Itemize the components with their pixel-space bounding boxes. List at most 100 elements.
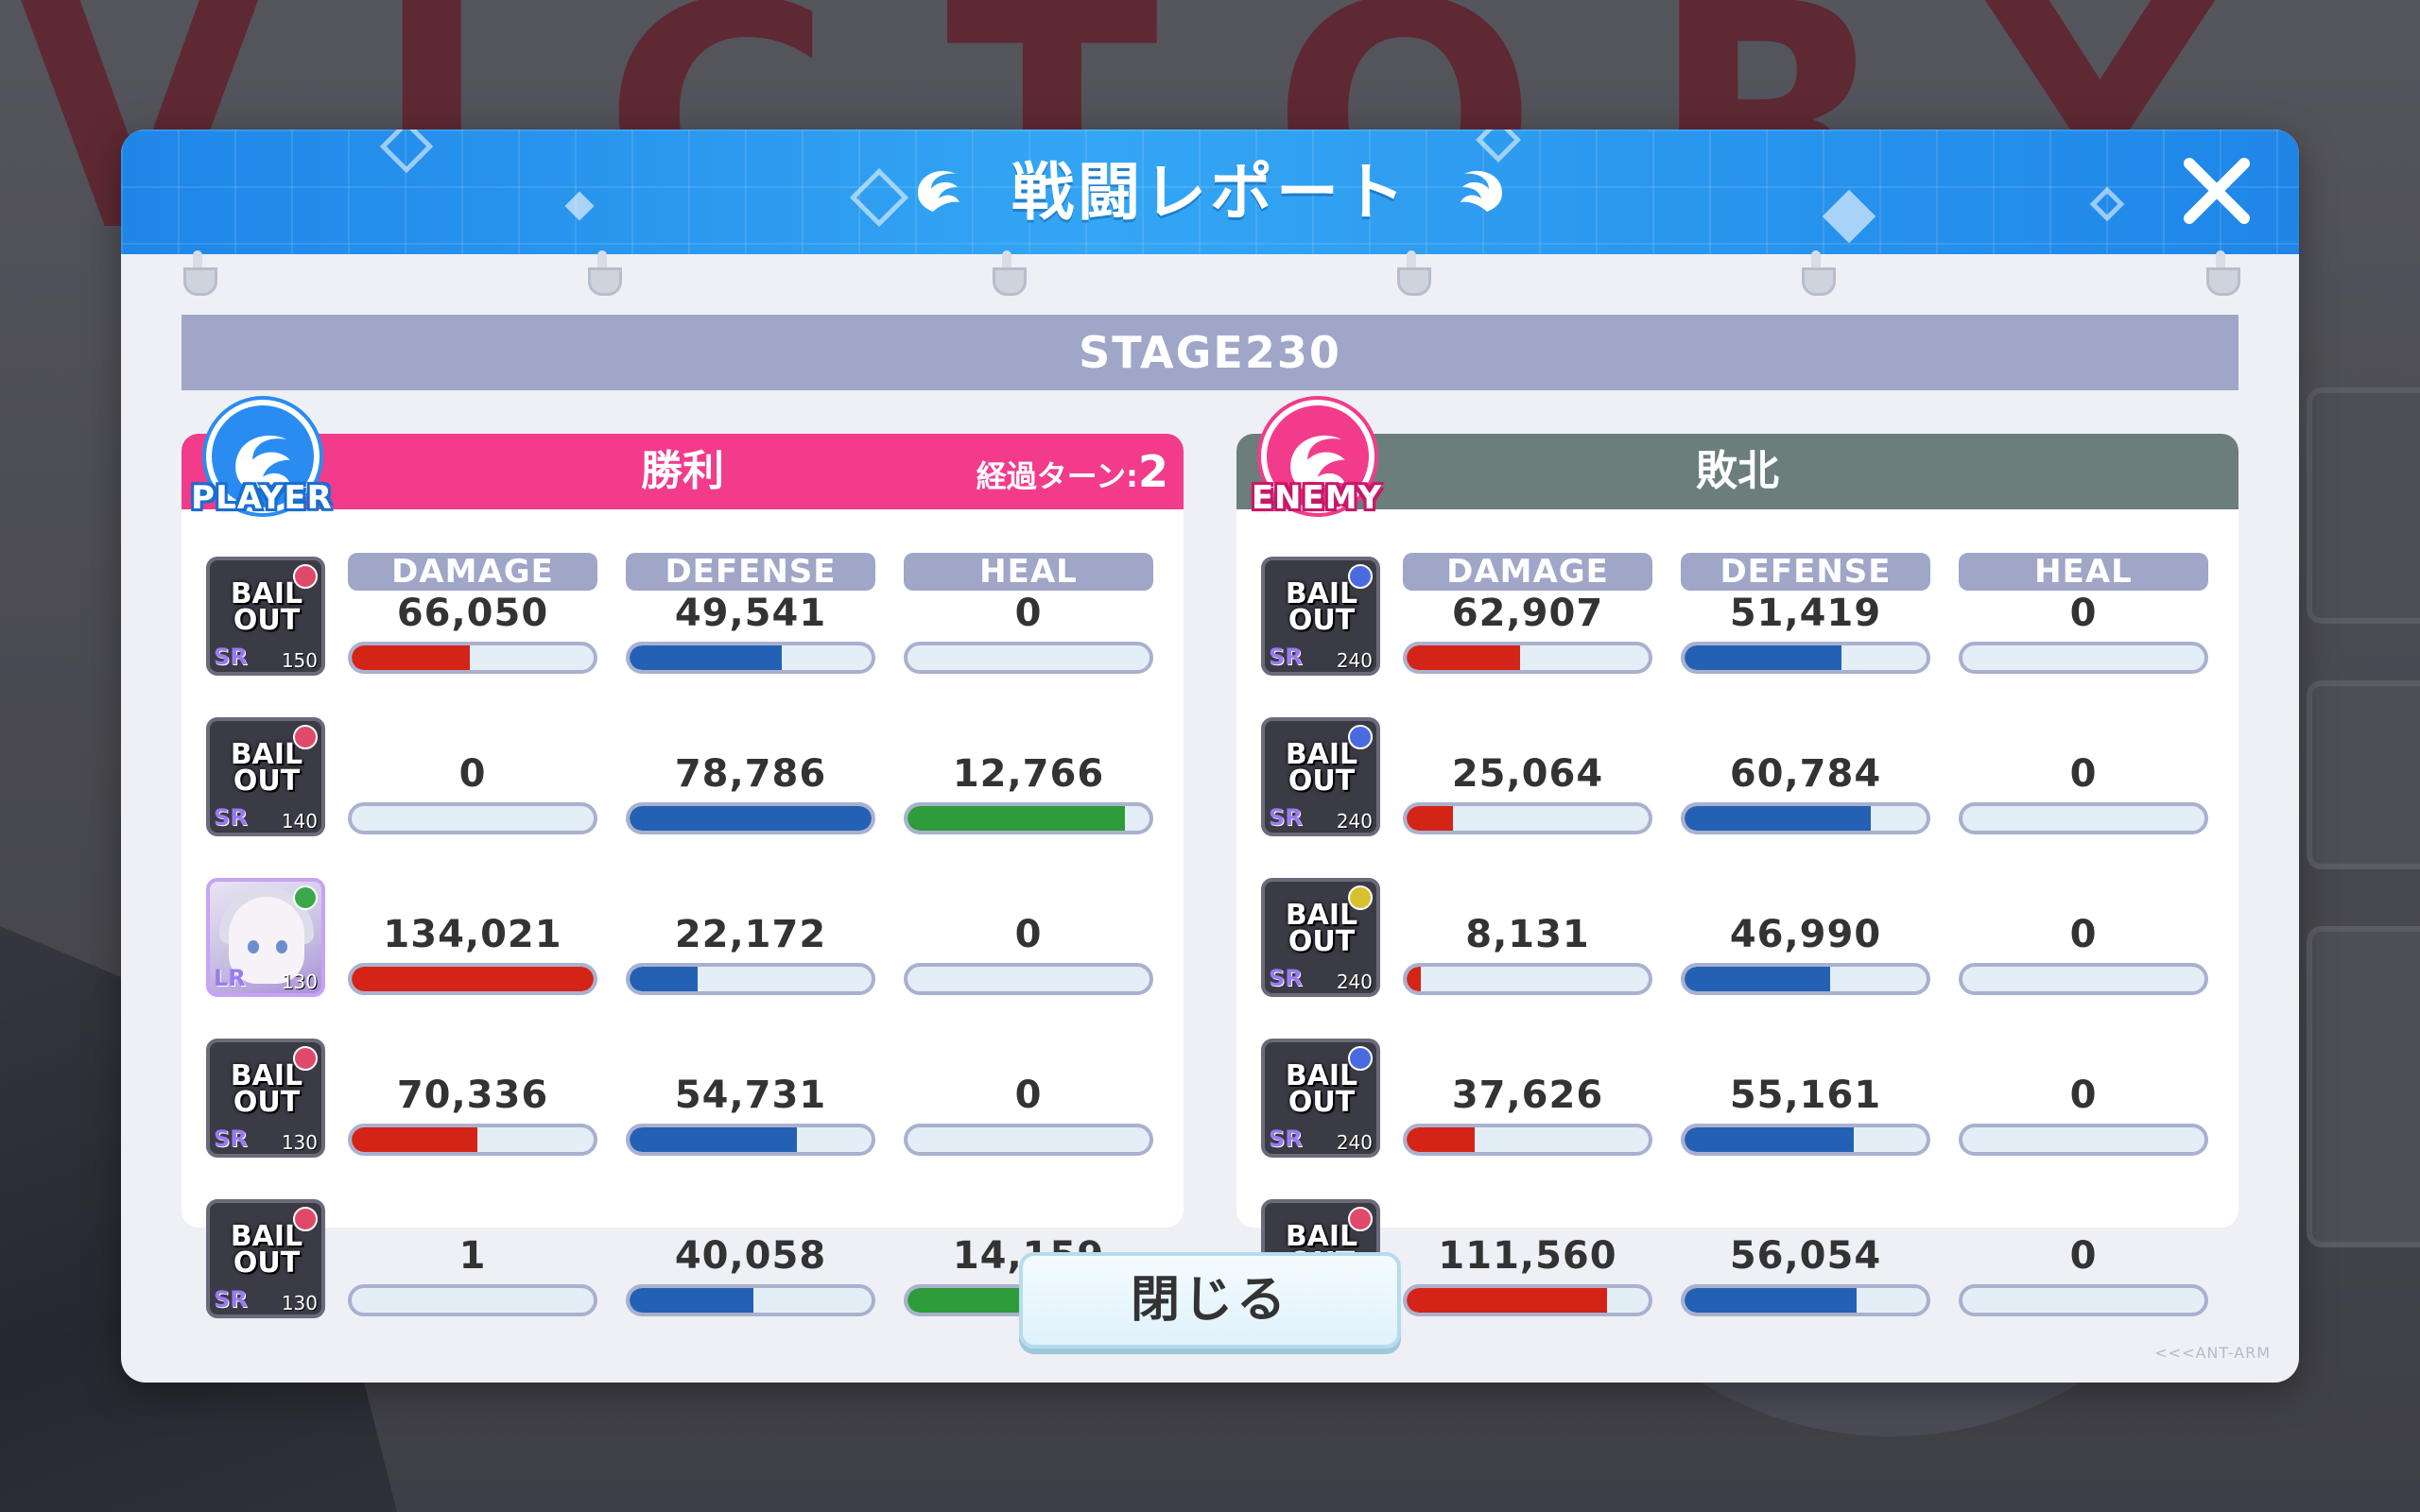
element-icon [293,725,318,749]
damage-bar-fill [352,1127,478,1152]
unit-bail-out-avatar[interactable]: BAIL OUT SR 240 [1261,717,1380,836]
damage-value: 134,021 [383,913,562,956]
player-unit-row: BAILOUTSR130140,05814,159 [206,1199,1161,1318]
defense-bar-fill [630,1127,797,1152]
damage-bar-fill [1407,1288,1608,1313]
rarity-label: SR [1269,1125,1303,1152]
heal-value: 0 [1014,592,1043,635]
damage-stat: 70,336 [348,1074,597,1158]
binder-pin [993,250,1027,296]
damage-value: 62,907 [1451,592,1604,635]
heal-bar [904,1124,1153,1156]
dialog-title-row: 戦闘レポート [121,150,2299,239]
damage-bar [348,802,597,834]
unit-portrait[interactable]: LR 130 [206,878,325,997]
defense-stat: 78,786 [626,753,875,836]
bail-out-label: BAILOUT [230,577,303,637]
element-icon [293,564,318,589]
unit-bail-out-avatar[interactable]: BAIL OUT SR 140 [206,717,325,836]
unit-level: 130 [281,1131,318,1154]
heal-bar [1959,802,2208,834]
damage-stat: 37,626 [1403,1074,1652,1158]
defense-bar-fill [1685,1288,1857,1313]
defense-bar-fill [1685,1127,1855,1152]
damage-bar [1403,642,1652,674]
rarity-label: SR [1269,965,1303,991]
unit-bail-out-avatar[interactable]: BAIL OUT SR 150 [206,557,325,676]
battle-report-dialog: 戦闘レポート STAGE230 勝利 経過ターン:2 PLAYER DAMAGE… [121,129,2299,1383]
unit-bail-out-avatar[interactable]: BAIL OUT SR 240 [1261,878,1380,997]
bail-out-label: BAILOUT [230,1059,303,1119]
heal-stat: 0 [904,1074,1153,1158]
corner-logo: <<<ANT-ARM [2154,1344,2271,1362]
defense-bar-fill [630,1288,753,1313]
damage-bar-fill [1407,967,1422,991]
defense-stat: 60,784 [1681,753,1930,836]
bail-out-label: BAILOUT [1285,899,1358,958]
close-button[interactable]: 閉じる [1019,1252,1401,1349]
heal-value: 0 [2069,913,2098,956]
elapsed-turns-label: 経過ターン: [976,458,1138,494]
heal-stat: 0 [1959,1235,2208,1318]
defense-stat: 55,161 [1681,1074,1930,1158]
defense-value: 46,990 [1729,913,1882,956]
dialog-title: 戦闘レポート [1011,156,1409,229]
defense-bar-fill [630,967,698,991]
rarity-label: LR [214,965,246,991]
heal-stat: 0 [1959,914,2208,997]
damage-stat: 1 [348,1235,597,1318]
damage-value: 8,131 [1465,913,1590,956]
binder-pin [1802,250,1836,296]
enemy-panel: 敗北 ENEMY DAMAGE DEFENSE HEAL BAIL OUT SR 24… [1236,400,2238,1318]
enemy-unit-row: BAIL OUT SR 240 62,907 51,419 0 [1261,557,2216,676]
unit-bail-out-avatar[interactable]: BAIL OUT SR 240 [1261,557,1380,676]
damage-stat: 111,560 [1403,1235,1652,1318]
element-icon [1348,564,1373,589]
unit-level: 240 [1336,971,1373,993]
bail-out-label: BAILOUT [1285,577,1358,637]
defense-bar [1681,1124,1930,1156]
bail-out-label: BAILOUT [1285,738,1358,798]
damage-bar [348,1124,597,1156]
defense-value: 49,541 [674,592,827,635]
damage-value: 25,064 [1451,752,1604,796]
damage-bar-fill [1407,806,1453,831]
damage-value: 111,560 [1438,1234,1617,1278]
defense-bar [1681,802,1930,834]
bail-out-label: BAILOUT [1285,1059,1358,1119]
unit-bail-out-avatar[interactable]: BAIL OUT SR 130 [206,1039,325,1158]
defense-bar [626,642,875,674]
heal-bar [904,802,1153,834]
binder-pin [2206,250,2240,296]
player-unit-row: BAIL OUT SR 140 0 78,786 12,766 [206,717,1161,836]
defense-stat: 46,990 [1681,914,1930,997]
heal-bar-fill [908,806,1126,831]
enemy-unit-row: BAIL OUT SR 240 37,626 55,161 0 [1261,1039,2216,1158]
defense-value: 60,784 [1729,752,1882,796]
close-x-icon[interactable] [2176,150,2257,232]
damage-bar [1403,802,1652,834]
heal-bar [904,963,1153,995]
heal-stat: 0 [904,914,1153,997]
damage-bar [1403,1124,1652,1156]
damage-value: 70,336 [396,1074,549,1117]
element-icon [293,1046,318,1071]
heal-stat: 0 [1959,593,2208,676]
binder-pins [121,250,2299,298]
damage-value: 37,626 [1451,1074,1604,1117]
unit-bail-out-avatar[interactable]: BAIL OUT SR 240 [1261,1039,1380,1158]
damage-value: 0 [458,752,487,796]
damage-bar-fill [1407,645,1521,670]
heal-bar [1959,963,2208,995]
dialog-header: 戦闘レポート [121,129,2299,254]
enemy-unit-row: BAIL OUT SR 240 25,064 60,784 0 [1261,717,2216,836]
defense-stat: 22,172 [626,914,875,997]
unit-bail-out-avatar[interactable]: BAIL OUT SR 130 [206,1199,325,1318]
damage-bar-fill [1407,1127,1475,1152]
heal-value: 0 [1014,1074,1043,1117]
heal-stat: 0 [1959,1074,2208,1158]
enemy-unit-row: BAIL OUT SR 240 8,131 46,990 0 [1261,878,2216,997]
heal-stat: 0 [1959,753,2208,836]
defense-bar [626,1284,875,1316]
heal-bar [1959,642,2208,674]
